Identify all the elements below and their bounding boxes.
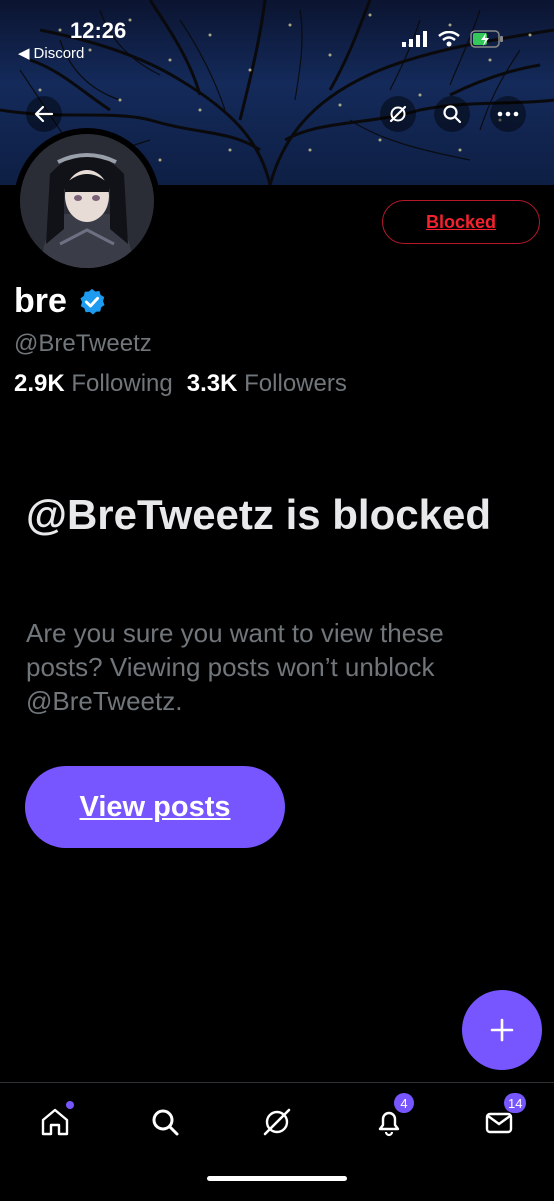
home-icon bbox=[41, 1108, 69, 1136]
avatar[interactable] bbox=[14, 128, 160, 274]
home-indicator bbox=[207, 1176, 347, 1181]
home-unread-dot bbox=[66, 1101, 74, 1109]
followers-link[interactable]: 3.3K Followers bbox=[187, 370, 347, 398]
followers-label: Followers bbox=[244, 370, 347, 397]
back-triangle-icon: ◀ bbox=[18, 45, 30, 62]
following-count: 2.9K bbox=[14, 370, 65, 397]
blocked-button[interactable]: Blocked bbox=[382, 200, 540, 244]
compose-button[interactable] bbox=[462, 990, 542, 1070]
search-button[interactable] bbox=[434, 96, 470, 132]
blocked-description: Are you sure you want to view these post… bbox=[26, 618, 444, 716]
bottom-tab-bar: 4 14 bbox=[0, 1082, 554, 1201]
follow-stats: 2.9K Following 3.3K Followers bbox=[14, 370, 347, 398]
following-link[interactable]: 2.9K Following bbox=[14, 370, 173, 398]
status-back-to-app[interactable]: ◀ Discord bbox=[18, 44, 85, 63]
more-icon bbox=[497, 111, 519, 117]
tab-home[interactable] bbox=[32, 1099, 78, 1145]
profile-handle: @BreTweetz bbox=[14, 330, 152, 357]
plus-icon bbox=[490, 1018, 514, 1042]
search-icon bbox=[443, 105, 462, 124]
followers-count: 3.3K bbox=[186, 370, 238, 397]
battery-icon bbox=[470, 30, 503, 48]
tab-notifications[interactable]: 4 bbox=[366, 1093, 414, 1145]
signal-icon bbox=[402, 31, 427, 47]
profile-name: bre bbox=[14, 282, 67, 320]
grok-button[interactable] bbox=[380, 96, 416, 132]
status-time: 12:26 bbox=[70, 18, 127, 43]
explore-icon bbox=[152, 1109, 179, 1136]
tab-explore[interactable] bbox=[142, 1099, 188, 1145]
tab-grok[interactable] bbox=[254, 1099, 300, 1145]
following-label: Following bbox=[71, 370, 173, 397]
status-back-label: Discord bbox=[33, 44, 85, 62]
back-button[interactable] bbox=[26, 96, 62, 132]
grok-icon bbox=[389, 105, 407, 123]
tab-messages[interactable]: 14 bbox=[476, 1093, 527, 1145]
view-posts-button[interactable]: View posts bbox=[25, 766, 285, 848]
profile-name-row: bre bbox=[14, 282, 107, 321]
blocked-title: @BreTweetz is blocked bbox=[26, 491, 491, 538]
notifications-badge: 4 bbox=[394, 1093, 414, 1113]
back-arrow-icon bbox=[34, 105, 54, 123]
messages-badge: 14 bbox=[504, 1093, 527, 1113]
status-icons bbox=[402, 30, 504, 48]
wifi-icon bbox=[438, 31, 460, 47]
grok-tab-icon bbox=[263, 1108, 291, 1136]
more-button[interactable] bbox=[490, 96, 526, 132]
avatar-image bbox=[20, 134, 154, 268]
verified-icon[interactable] bbox=[77, 287, 107, 317]
